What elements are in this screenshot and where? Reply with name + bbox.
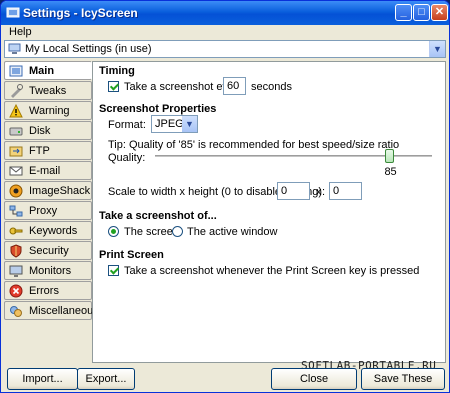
ftp-icon — [9, 146, 23, 157]
imageshack-icon — [9, 184, 23, 198]
interval-input[interactable]: 60 — [223, 77, 246, 95]
quality-tip: Tip: Quality of '85' is recommended for … — [108, 139, 400, 151]
profile-row: My Local Settings (in use) ▼ — [4, 40, 446, 58]
print-screen-heading: Print Screen — [99, 249, 164, 261]
sidebar-item-tweaks[interactable]: Tweaks — [4, 81, 92, 100]
sidebar-item-main[interactable]: Main — [4, 61, 92, 80]
sidebar-item-imageshack[interactable]: ImageShack — [4, 181, 92, 200]
computer-icon — [8, 43, 21, 54]
close-window-button[interactable]: ✕ — [431, 4, 448, 21]
screenshot-properties-heading: Screenshot Properties — [99, 103, 217, 115]
sidebar-item-label: Warning — [29, 105, 70, 117]
errors-icon — [9, 284, 23, 298]
sidebar-item-keywords[interactable]: Keywords — [4, 221, 92, 240]
quality-label: Quality: — [108, 152, 146, 164]
sidebar-item-monitors[interactable]: Monitors — [4, 261, 92, 280]
sidebar-item-ftp[interactable]: FTP — [4, 141, 92, 160]
sidebar-item-label: FTP — [29, 145, 50, 157]
radio-active-window[interactable] — [172, 226, 183, 237]
settings-window: Settings - IcyScreen _ □ ✕ Help My Local… — [0, 0, 450, 393]
minimize-button[interactable]: _ — [395, 4, 412, 21]
quality-slider-thumb[interactable] — [385, 149, 395, 163]
sidebar-item-errors[interactable]: Errors — [4, 281, 92, 300]
timing-heading: Timing — [99, 65, 135, 77]
sidebar-item-proxy[interactable]: Proxy — [4, 201, 92, 220]
chevron-down-icon[interactable]: ▼ — [182, 116, 197, 132]
menu-help[interactable]: Help — [9, 26, 32, 38]
sidebar-item-label: Monitors — [29, 265, 72, 277]
disk-icon — [9, 127, 23, 136]
print-screen-checkbox[interactable] — [108, 265, 119, 276]
main-settings-panel: Timing Take a screenshot every 60 second… — [92, 61, 446, 363]
print-screen-checkbox-label: Take a screenshot whenever the Print Scr… — [124, 265, 420, 277]
email-icon — [9, 166, 23, 176]
proxy-icon — [9, 205, 23, 217]
radio-the-screen[interactable] — [108, 226, 119, 237]
format-label: Format: — [108, 119, 146, 131]
sidebar-item-label: Security — [29, 245, 69, 257]
window-title: Settings - IcyScreen — [23, 6, 138, 20]
profile-select-value: My Local Settings (in use) — [25, 43, 152, 55]
sidebar-item-label: E-mail — [29, 165, 61, 177]
sidebar-item-disk[interactable]: Disk — [4, 121, 92, 140]
timing-checkbox[interactable] — [108, 81, 119, 92]
take-screenshot-of-heading: Take a screenshot of... — [99, 210, 217, 222]
sidebar-item-security[interactable]: Security — [4, 241, 92, 260]
sidebar-item-label: Miscellaneous — [29, 305, 99, 317]
profile-select[interactable]: My Local Settings (in use) ▼ — [4, 40, 446, 58]
maximize-button[interactable]: □ — [413, 4, 430, 21]
tweaks-icon — [11, 84, 23, 98]
scale-height-input[interactable]: 0 — [329, 182, 362, 200]
sidebar-item-label: ImageShack — [29, 185, 91, 197]
sidebar-item-warning[interactable]: Warning — [4, 101, 92, 120]
save-settings-button[interactable]: Save These Settings — [361, 368, 445, 390]
scale-width-input[interactable]: 0 — [277, 182, 310, 200]
close-button[interactable]: Close — [271, 368, 357, 390]
sidebar-item-label: Errors — [29, 285, 59, 297]
sidebar-item-label: Proxy — [29, 205, 58, 217]
format-select[interactable]: JPEG ▼ — [151, 115, 198, 133]
sidebar-item-label: Disk — [29, 125, 51, 137]
radio-active-window-label: The active window — [187, 226, 278, 238]
interval-unit: seconds — [251, 81, 292, 93]
menu-bar: Help — [1, 25, 449, 39]
chevron-down-icon[interactable]: ▼ — [429, 41, 445, 57]
keywords-icon — [9, 227, 23, 235]
sidebar-item-email[interactable]: E-mail — [4, 161, 92, 180]
sidebar-item-label: Main — [29, 65, 55, 77]
main-icon — [9, 65, 23, 77]
export-button[interactable]: Export... — [77, 368, 135, 390]
sidebar-item-label: Tweaks — [29, 85, 67, 97]
scale-separator: x — [316, 186, 322, 198]
security-icon — [10, 244, 22, 258]
settings-sidebar: Main Tweaks Warning Disk FTP E-mail Imag… — [4, 61, 99, 361]
title-bar[interactable]: Settings - IcyScreen _ □ ✕ — [1, 1, 449, 25]
sidebar-item-label: Keywords — [29, 225, 78, 237]
quality-value: 85 — [384, 166, 397, 178]
monitors-icon — [9, 265, 23, 277]
sidebar-item-miscellaneous[interactable]: Miscellaneous — [4, 301, 99, 320]
warning-icon — [9, 104, 23, 118]
radio-the-screen-label: The screen — [124, 226, 180, 238]
format-select-value: JPEG — [155, 118, 184, 130]
icyscreen-app-icon — [6, 7, 20, 18]
miscellaneous-icon — [10, 306, 22, 317]
import-button[interactable]: Import... — [7, 368, 78, 390]
